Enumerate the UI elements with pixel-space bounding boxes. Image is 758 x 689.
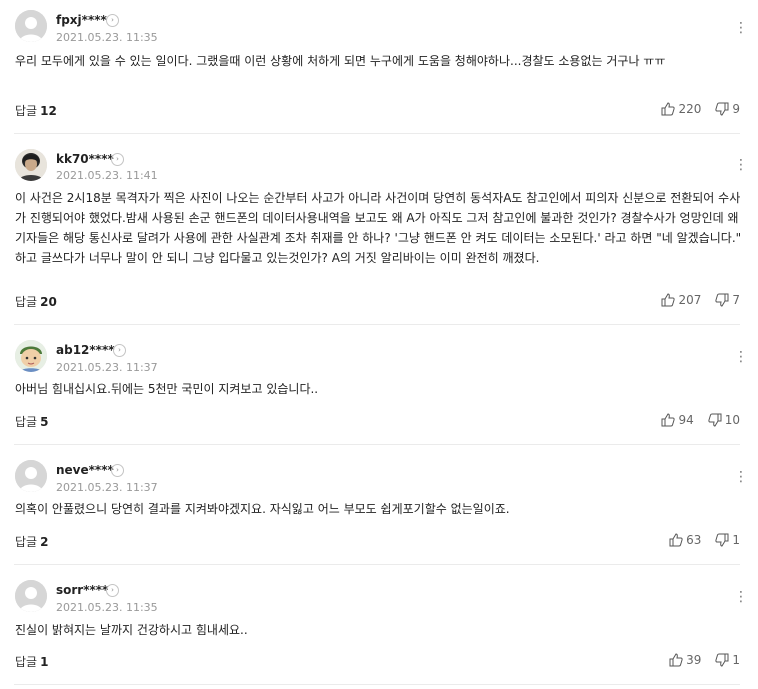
like-count: 220 — [678, 102, 702, 116]
thumbs-down-icon — [708, 413, 722, 427]
thumbs-up-icon — [661, 102, 676, 116]
reply-count: 12 — [40, 104, 57, 118]
comment-author[interactable]: neve**** — [56, 463, 114, 477]
default-avatar[interactable] — [15, 10, 47, 42]
more-options-icon[interactable]: ⋮ — [734, 349, 748, 365]
reply-count: 1 — [40, 655, 49, 669]
like-button[interactable]: 220 — [661, 102, 701, 116]
like-button[interactable]: 207 — [661, 293, 701, 307]
dislike-count: 10 — [724, 413, 740, 427]
reply-button[interactable]: 답글 2 — [15, 533, 48, 550]
dislike-count: 1 — [732, 653, 740, 667]
comment-author[interactable]: fpxj**** — [56, 13, 107, 27]
vote-group: 94 10 — [661, 413, 740, 427]
thumbs-down-icon — [715, 653, 729, 667]
like-count: 63 — [686, 533, 702, 547]
more-options-icon[interactable]: ⋮ — [734, 469, 748, 485]
comment-date: 2021.05.23. 11:37 — [56, 361, 158, 374]
comment-text: 의혹이 안풀렸으니 당연히 결과를 지켜봐야겠지요. 자식잃고 어느 부모도 쉽… — [15, 502, 510, 516]
dislike-button[interactable]: 10 — [708, 413, 740, 427]
like-count: 207 — [678, 293, 702, 307]
reply-label: 답글 — [15, 104, 38, 118]
vote-group: 63 1 — [669, 533, 740, 547]
thumbs-down-icon — [715, 533, 729, 547]
dislike-button[interactable]: 1 — [715, 653, 740, 667]
reply-label: 답글 — [15, 295, 38, 309]
more-options-icon[interactable]: ⋮ — [734, 20, 748, 36]
vote-group: 207 7 — [661, 293, 740, 307]
comment-date: 2021.05.23. 11:35 — [56, 601, 158, 614]
comment-date: 2021.05.23. 11:37 — [56, 481, 158, 494]
chevron-right-icon[interactable]: › — [113, 344, 126, 357]
chevron-right-icon[interactable]: › — [106, 584, 119, 597]
divider — [14, 444, 740, 445]
like-count: 94 — [678, 413, 694, 427]
divider — [14, 684, 740, 685]
chevron-right-icon[interactable]: › — [111, 153, 124, 166]
dislike-button[interactable]: 1 — [715, 533, 740, 547]
dislike-count: 7 — [732, 293, 740, 307]
vote-group: 220 9 — [661, 102, 740, 116]
default-avatar[interactable] — [15, 580, 47, 612]
comment-text: 진실이 밝혀지는 날까지 건강하시고 힘내세요.. — [15, 623, 248, 637]
reply-button[interactable]: 답글 1 — [15, 653, 48, 670]
reply-count: 5 — [40, 415, 49, 429]
photo-avatar[interactable] — [15, 149, 47, 181]
comment-text: 이 사건은 2시18분 목격자가 찍은 사진이 나오는 순간부터 사고가 아니라… — [15, 191, 742, 265]
reply-count: 2 — [40, 535, 49, 549]
thumbs-down-icon — [715, 102, 729, 116]
thumbs-up-icon — [669, 533, 683, 547]
comment-date: 2021.05.23. 11:35 — [56, 31, 158, 44]
comment-text: 우리 모두에게 있을 수 있는 일이다. 그랬을때 이런 상황에 처하게 되면 … — [15, 54, 666, 68]
like-button[interactable]: 94 — [661, 413, 694, 427]
comment-author[interactable]: ab12**** — [56, 343, 115, 357]
reply-label: 답글 — [15, 535, 38, 549]
thumbs-up-icon — [661, 293, 676, 307]
thumbs-up-icon — [661, 413, 676, 427]
reply-button[interactable]: 답글 12 — [15, 102, 57, 119]
dislike-button[interactable]: 9 — [715, 102, 740, 116]
dislike-count: 1 — [732, 533, 740, 547]
comment-author[interactable]: kk70**** — [56, 152, 114, 166]
more-options-icon[interactable]: ⋮ — [734, 589, 748, 605]
reply-count: 20 — [40, 295, 57, 309]
more-options-icon[interactable]: ⋮ — [734, 157, 748, 173]
dislike-button[interactable]: 7 — [715, 293, 740, 307]
vote-group: 39 1 — [669, 653, 740, 667]
like-count: 39 — [686, 653, 702, 667]
divider — [14, 133, 740, 134]
default-avatar[interactable] — [15, 460, 47, 492]
reply-button[interactable]: 답글 5 — [15, 413, 48, 430]
reply-label: 답글 — [15, 655, 38, 669]
divider — [14, 324, 740, 325]
chevron-right-icon[interactable]: › — [106, 14, 119, 27]
chevron-right-icon[interactable]: › — [111, 464, 124, 477]
comment-author[interactable]: sorr**** — [56, 583, 108, 597]
character-avatar[interactable] — [15, 340, 47, 372]
like-button[interactable]: 63 — [669, 533, 701, 547]
thumbs-up-icon — [669, 653, 683, 667]
reply-button[interactable]: 답글 20 — [15, 293, 57, 310]
dislike-count: 9 — [732, 102, 740, 116]
like-button[interactable]: 39 — [669, 653, 701, 667]
reply-label: 답글 — [15, 415, 38, 429]
divider — [14, 564, 740, 565]
comment-text: 아버님 힘내십시요.뒤에는 5천만 국민이 지켜보고 있습니다.. — [15, 382, 319, 396]
comment-date: 2021.05.23. 11:41 — [56, 169, 158, 182]
thumbs-down-icon — [715, 293, 729, 307]
